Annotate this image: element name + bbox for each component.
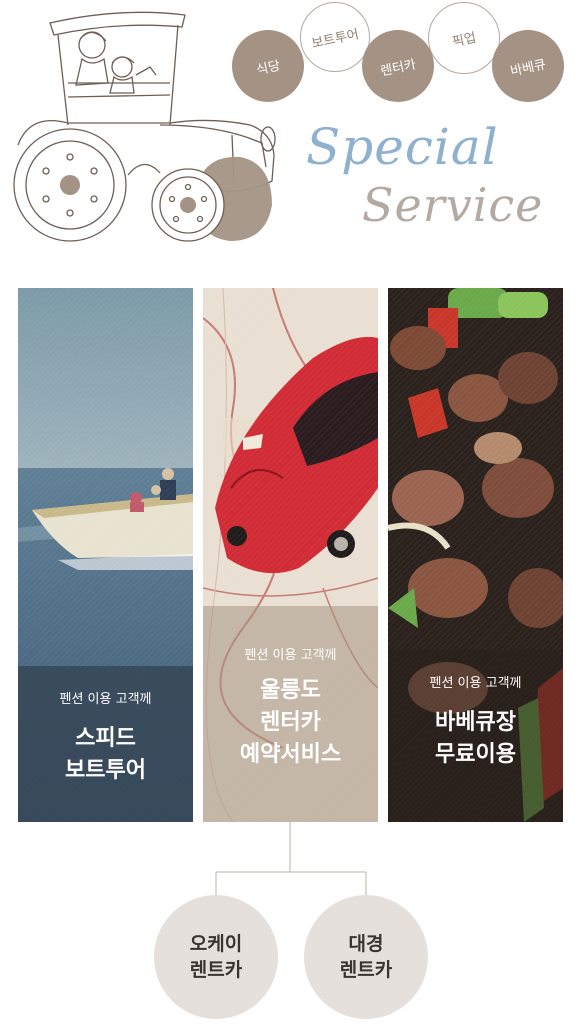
service-card-boat-tour[interactable]: 펜션 이용 고객께 스피드 보트투어 [18, 288, 193, 822]
card-title-line: 렌터카 [260, 710, 321, 735]
card-caption: 펜션 이용 고객께 바베큐장 무료이용 [388, 650, 563, 822]
card-title-line: 예약서비스 [239, 742, 342, 767]
rental-name-line: 대경 [348, 933, 384, 955]
card-subtitle: 펜션 이용 고객께 [244, 648, 337, 663]
card-title-line: 보트투어 [65, 758, 146, 783]
bubble-rent-car: 렌터카 [362, 30, 434, 102]
bubble-restaurant: 식당 [232, 30, 304, 102]
card-caption: 펜션 이용 고객께 울릉도 렌터카 예약서비스 [203, 606, 378, 822]
bubble-rent-car-label: 렌터카 [379, 56, 418, 80]
card-title: 울릉도 렌터카 예약서비스 [240, 675, 341, 771]
card-title-line: 무료이용 [435, 742, 516, 767]
service-card-barbecue[interactable]: 펜션 이용 고객께 바베큐장 무료이용 [388, 288, 563, 822]
connector-lines [215, 822, 367, 898]
card-caption: 펜션 이용 고객께 스피드 보트투어 [18, 666, 193, 822]
bubble-restaurant-label: 식당 [255, 58, 282, 78]
title-special: Special [306, 118, 499, 176]
rental-name-line: 렌트카 [339, 959, 393, 981]
bubble-barbecue: 바베큐 [492, 30, 564, 102]
card-subtitle: 펜션 이용 고객께 [59, 692, 152, 707]
card-title-line: 울릉도 [260, 678, 321, 703]
rental-company-okay[interactable]: 오케이 렌트카 [154, 895, 278, 1019]
card-title: 바베큐장 무료이용 [435, 707, 516, 771]
card-title-line: 스피드 [75, 726, 136, 751]
bubble-boat-tour: 보트투어 [300, 2, 370, 72]
bubble-pickup: 픽업 [428, 2, 500, 74]
bubble-boat-tour-label: 보트투어 [310, 26, 361, 52]
bubble-barbecue-label: 바베큐 [509, 56, 548, 80]
header: 식당 보트투어 렌터카 픽업 바베큐 Special Service [0, 0, 580, 260]
card-title: 스피드 보트투어 [65, 723, 146, 787]
rental-company-daegyeong[interactable]: 대경 렌트카 [304, 895, 428, 1019]
rental-name-line: 렌트카 [189, 959, 243, 981]
bubble-pickup-label: 픽업 [451, 30, 478, 50]
rental-name-line: 오케이 [189, 933, 243, 955]
card-subtitle: 펜션 이용 고객께 [429, 676, 522, 691]
service-card-rent-car[interactable]: 펜션 이용 고객께 울릉도 렌터카 예약서비스 [203, 288, 378, 822]
title-service: Service [362, 178, 544, 232]
card-title-line: 바베큐장 [435, 710, 516, 735]
